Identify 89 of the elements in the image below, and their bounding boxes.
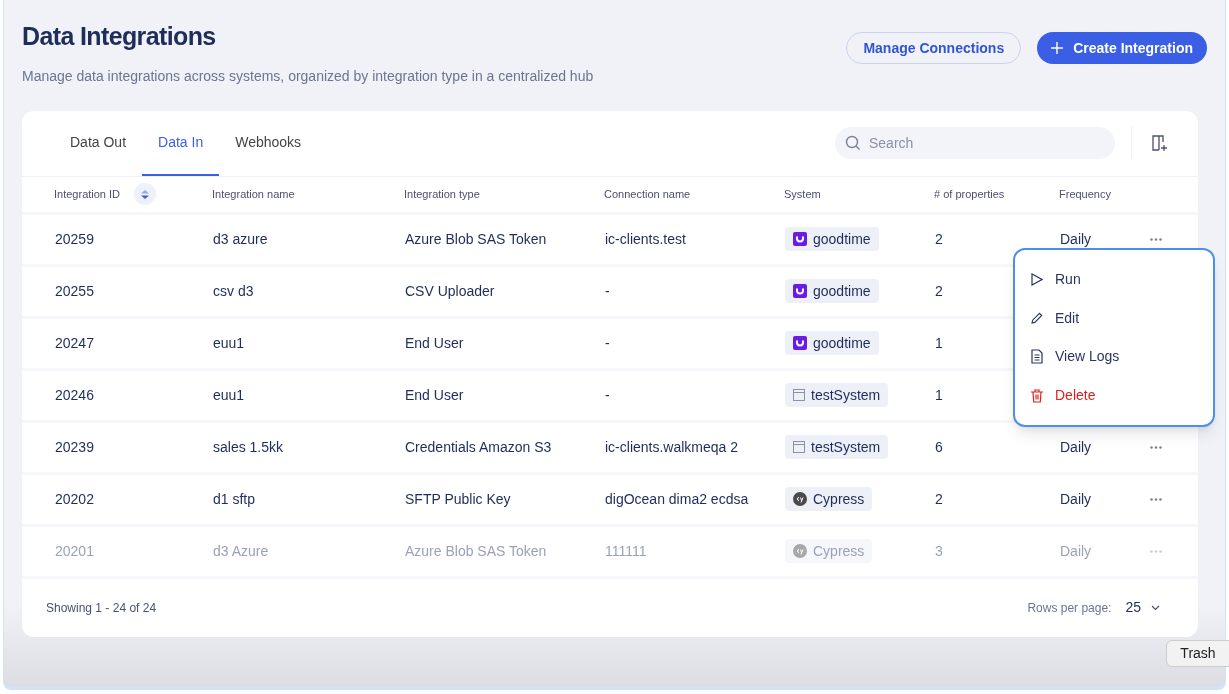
column-header: Integration name	[212, 186, 296, 202]
pagination-summary: Showing 1 - 24 of 24	[46, 599, 157, 617]
table-cell-text: 1	[935, 385, 943, 405]
table-cell-text: -	[605, 333, 610, 353]
logo-icon	[793, 284, 807, 298]
more-icon	[1150, 237, 1162, 241]
table-cell-text: euu1	[213, 333, 245, 353]
more-icon	[1150, 445, 1162, 449]
table-cell-text: Daily	[1060, 437, 1092, 457]
window-icon	[793, 389, 805, 401]
pencil-icon	[1031, 312, 1043, 325]
table-cell-text: csv d3	[213, 281, 254, 301]
panel-add-icon	[1150, 134, 1168, 152]
search-field[interactable]: Search	[835, 127, 1115, 159]
system-tag: Cypress	[785, 487, 873, 511]
tooltip: Trash	[1166, 640, 1229, 667]
page-subtitle: Manage data integrations across systems, organized by integration type in a centralized hub	[22, 66, 594, 86]
system-tag: testSystem	[785, 435, 889, 459]
logo-icon	[793, 336, 807, 350]
table-cell-text: 2	[935, 229, 943, 249]
more-icon	[1150, 549, 1162, 553]
menu-item[interactable]: View Logs	[1031, 337, 1197, 377]
table-cell-text: 111111	[605, 541, 647, 561]
column-header: # of properties	[934, 186, 1006, 202]
table-cell-text: ic-clients.walkmeqa 2	[605, 437, 739, 457]
table-cell-text: 1	[935, 333, 943, 353]
system-tag: Cypress	[785, 539, 873, 563]
column-header: Connection name	[604, 186, 692, 202]
table-cell-text: 20255	[55, 281, 94, 301]
window-icon	[793, 441, 805, 453]
column-header: Integration ID	[54, 186, 121, 202]
more-icon	[1150, 497, 1162, 501]
system-tag: goodtime	[785, 279, 879, 303]
table-cell-text: -	[605, 281, 610, 301]
search-icon	[845, 135, 861, 151]
document-icon	[1031, 349, 1043, 365]
table-cell-text: 20259	[55, 229, 94, 249]
tab[interactable]: Webhooks	[219, 110, 318, 176]
chevron-down-icon	[1151, 604, 1160, 611]
sort-button[interactable]	[134, 183, 157, 205]
table-cell-text: d3 azure	[213, 229, 268, 249]
tab[interactable]: Data In	[142, 110, 220, 176]
table-cell-text: 2	[935, 281, 943, 301]
table-cell-text: 6	[935, 437, 943, 457]
column-header: Frequency	[1059, 186, 1112, 202]
table-cell-text: End User	[405, 385, 464, 405]
table-cell-text: d1 sftp	[213, 489, 256, 509]
system-tag: testSystem	[785, 383, 889, 407]
table-cell-text: Azure Blob SAS Token	[405, 541, 547, 561]
play-icon	[1031, 272, 1043, 286]
table-cell-text: End User	[405, 333, 464, 353]
plus-icon	[1051, 42, 1064, 54]
create-integration-button[interactable]: Create Integration	[1037, 32, 1207, 64]
trash-icon	[1031, 388, 1043, 403]
table-cell-text: 20202	[55, 489, 94, 509]
table-cell-text: 3	[935, 541, 943, 561]
table-cell-text: Azure Blob SAS Token	[405, 229, 547, 249]
table-cell-text: d3 Azure	[213, 541, 269, 561]
table-cell-text: Daily	[1060, 541, 1092, 561]
table-cell-text: ic-clients.test	[605, 229, 686, 249]
page-title: Data Integrations	[22, 21, 217, 52]
table-cell-text: Credentials Amazon S3	[405, 437, 552, 457]
logo-icon	[793, 544, 807, 558]
table-cell-text: digOcean dima2 ecdsa	[605, 489, 749, 509]
table-cell-text: sales 1.5kk	[213, 437, 284, 457]
table-cell-text: -	[605, 385, 610, 405]
table-cell-text: 20201	[55, 541, 94, 561]
menu-item[interactable]: Edit	[1031, 298, 1197, 338]
menu-item[interactable]: Delete	[1031, 376, 1197, 415]
column-header: System	[784, 186, 822, 202]
system-tag: goodtime	[785, 227, 879, 251]
table-cell-text: 20247	[55, 333, 94, 353]
table-cell-text: 20246	[55, 385, 94, 405]
rows-per-page-select[interactable]: 25	[1125, 597, 1160, 618]
logo-icon	[793, 492, 807, 506]
table-cell-text: Daily	[1060, 489, 1092, 509]
tab[interactable]: Data Out	[54, 110, 143, 176]
table-cell-text: SFTP Public Key	[405, 489, 511, 509]
table-cell-text: euu1	[213, 385, 245, 405]
table-cell-text: 2	[935, 489, 943, 509]
table-cell-text: CSV Uploader	[405, 281, 495, 301]
table-cell-text: 20239	[55, 437, 94, 457]
column-header: Integration type	[404, 186, 481, 202]
system-tag: goodtime	[785, 331, 879, 355]
logo-icon	[793, 232, 807, 246]
rows-per-page-label: Rows per page:	[1027, 599, 1112, 617]
table-cell-text: Daily	[1060, 229, 1092, 249]
menu-item[interactable]: Run	[1031, 260, 1197, 299]
sort-icon	[141, 189, 150, 199]
